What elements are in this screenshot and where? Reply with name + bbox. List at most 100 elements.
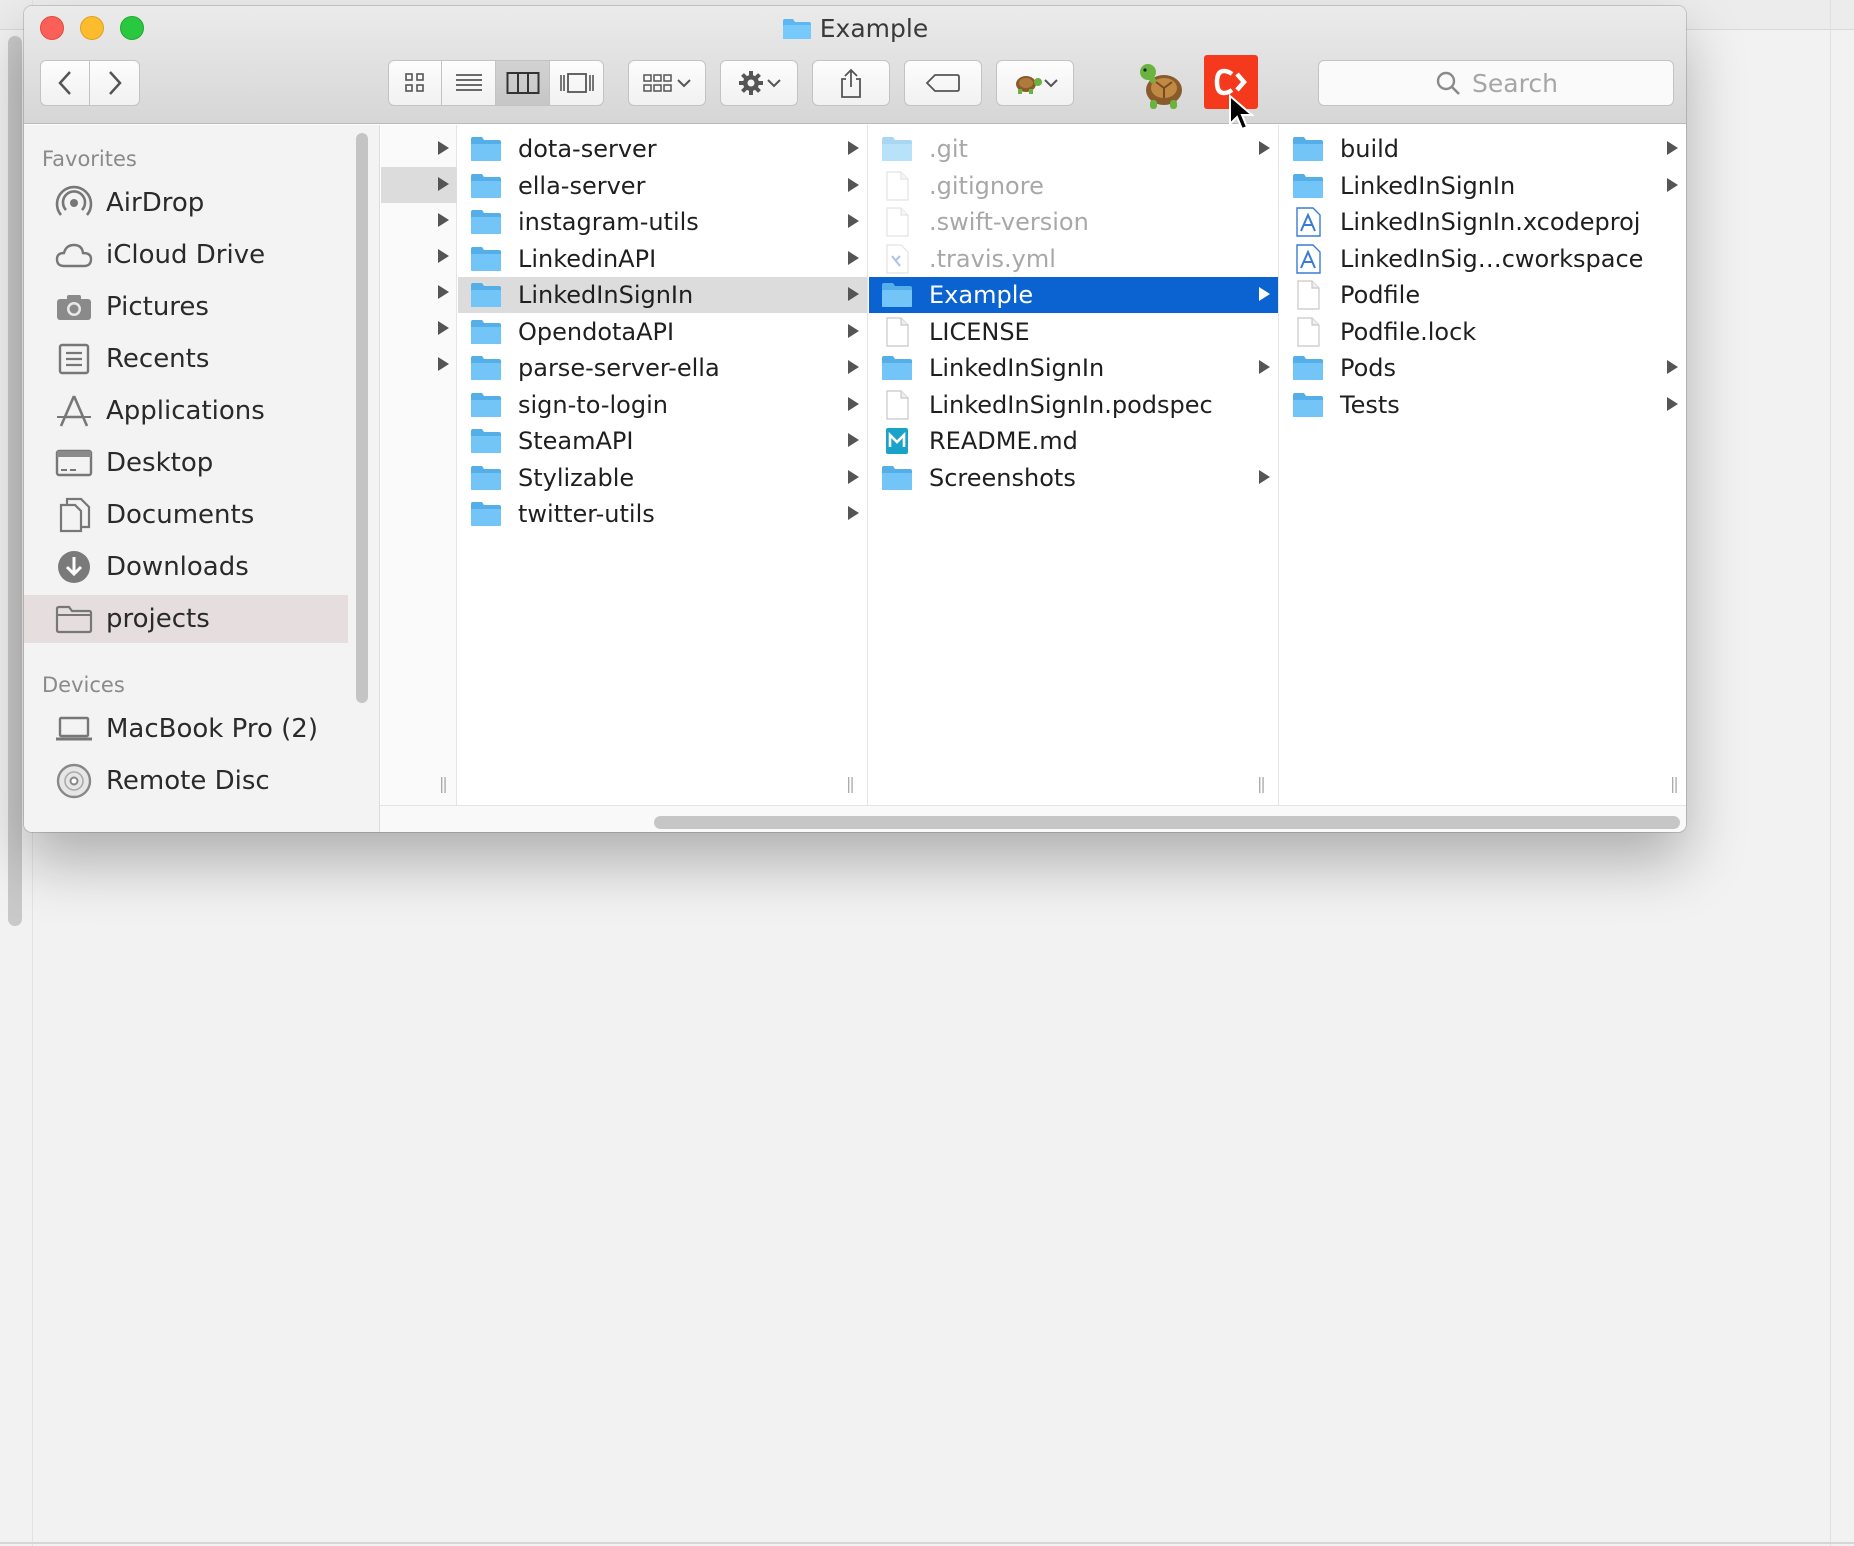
folder-icon <box>470 208 502 236</box>
file-row[interactable]: .swift-version <box>869 204 1278 240</box>
file-row-label: sign-to-login <box>518 390 668 419</box>
file-row[interactable]: .travis.yml <box>869 241 1278 277</box>
background-scrollbar <box>8 36 22 926</box>
sidebar-scrollbar[interactable] <box>356 133 368 703</box>
file-row[interactable]: .git <box>869 131 1278 167</box>
file-row[interactable]: LinkedInSignIn.podspec <box>869 387 1278 423</box>
file-row[interactable]: LinkedinAPI <box>458 241 867 277</box>
file-row[interactable]: LinkedInSignIn <box>458 277 867 313</box>
file-row[interactable]: LinkedInSignIn.xcodeproj <box>1280 204 1686 240</box>
file-row[interactable]: LinkedInSignIn <box>869 350 1278 386</box>
folder-icon <box>1292 391 1324 419</box>
disclosure-arrow-icon <box>848 360 859 374</box>
share-button[interactable] <box>812 60 890 106</box>
gear-icon <box>739 71 763 95</box>
turtle-menu-button[interactable] <box>996 60 1074 106</box>
file-row[interactable]: Pods <box>1280 350 1686 386</box>
file-row[interactable]: LICENSE <box>869 314 1278 350</box>
back-button[interactable] <box>40 60 90 106</box>
parent-row-selected[interactable] <box>381 167 457 203</box>
favorites-header: Favorites <box>42 147 137 171</box>
mouse-cursor-icon <box>1229 94 1254 131</box>
turtle-app-button[interactable] <box>1132 58 1188 112</box>
parent-row[interactable] <box>381 203 457 239</box>
column-resize-handle[interactable]: || <box>1670 774 1679 793</box>
parent-row[interactable] <box>381 131 457 167</box>
sidebar-item-downloads[interactable]: Downloads <box>24 543 348 591</box>
disclosure-arrow-icon <box>1259 287 1270 301</box>
file-row[interactable]: parse-server-ella <box>458 350 867 386</box>
sidebar-item-label: Applications <box>106 396 265 426</box>
file-row[interactable]: Stylizable <box>458 460 867 496</box>
sidebar-item-documents[interactable]: Documents <box>24 491 348 539</box>
sidebar-item-remote-disc[interactable]: Remote Disc <box>24 757 348 805</box>
search-input[interactable]: Search <box>1318 60 1674 106</box>
disclosure-arrow-icon <box>848 141 859 155</box>
forward-button[interactable] <box>90 60 140 106</box>
folder-icon <box>1292 135 1324 163</box>
parent-row[interactable] <box>381 311 457 347</box>
parent-row[interactable] <box>381 239 457 275</box>
parent-row[interactable] <box>381 275 457 311</box>
file-row-label: instagram-utils <box>518 208 699 236</box>
column-resize-handle[interactable]: || <box>1257 774 1266 793</box>
list-view-button[interactable] <box>442 60 496 106</box>
desktop-icon <box>54 445 94 481</box>
file-row[interactable]: Example <box>869 277 1278 313</box>
file-row[interactable]: ella-server <box>458 168 867 204</box>
file-row[interactable]: twitter-utils <box>458 496 867 532</box>
file-row[interactable]: Screenshots <box>869 460 1278 496</box>
file-row[interactable]: build <box>1280 131 1686 167</box>
file-row-label: LinkedInSignIn <box>518 281 694 309</box>
file-row[interactable]: dota-server <box>458 131 867 167</box>
file-row-label: README.md <box>929 427 1078 455</box>
sidebar-item-projects[interactable]: projects <box>24 595 348 643</box>
sidebar-item-icloud-drive[interactable]: iCloud Drive <box>24 231 348 279</box>
column-resize-handle[interactable]: || <box>439 774 448 793</box>
file-row[interactable]: instagram-utils <box>458 204 867 240</box>
disclosure-arrow-icon <box>1667 396 1678 411</box>
file-row[interactable]: SteamAPI <box>458 423 867 459</box>
action-button[interactable] <box>720 60 798 106</box>
sidebar-item-label: MacBook Pro (2) <box>106 714 318 744</box>
sidebar-item-desktop[interactable]: Desktop <box>24 439 348 487</box>
tags-button[interactable] <box>904 60 982 106</box>
sidebar-item-airdrop[interactable]: AirDrop <box>24 179 348 227</box>
parent-row[interactable] <box>381 347 457 383</box>
arrange-button[interactable] <box>628 60 706 106</box>
sidebar-item-pictures[interactable]: Pictures <box>24 283 348 331</box>
sidebar-item-recents[interactable]: Recents <box>24 335 348 383</box>
horizontal-scrollbar[interactable] <box>654 816 1680 829</box>
sidebar-item-label: Remote Disc <box>106 766 270 796</box>
disclosure-arrow-icon <box>848 506 859 520</box>
file-row[interactable]: LinkedInSig…cworkspace <box>1280 241 1686 277</box>
file-row[interactable]: .gitignore <box>869 168 1278 204</box>
chevron-right-icon <box>108 71 122 95</box>
sidebar-item-macbook-pro[interactable]: MacBook Pro (2) <box>24 705 348 753</box>
background-divider <box>1830 0 1831 1546</box>
file-row[interactable]: Podfile <box>1280 277 1686 313</box>
file-row[interactable]: LinkedInSignIn <box>1280 168 1686 204</box>
gallery-view-button[interactable] <box>550 60 604 106</box>
column-resize-handle[interactable]: || <box>846 774 855 793</box>
file-row-label: .git <box>929 135 968 163</box>
disc-icon <box>54 763 94 799</box>
icon-view-button[interactable] <box>388 60 442 106</box>
disclosure-arrow-icon <box>848 469 859 484</box>
disclosure-arrow-icon <box>1259 469 1270 484</box>
turtle-icon <box>1140 64 1182 109</box>
folder-icon <box>470 427 502 455</box>
file-row-label: Pods <box>1340 354 1397 382</box>
sidebar-item-label: Documents <box>106 500 255 530</box>
file-row[interactable]: Podfile.lock <box>1280 314 1686 350</box>
linkedinsignin-column: || .git .gitignore .swift-version .travis.y… <box>869 125 1279 805</box>
disclosure-arrow-icon <box>1259 141 1270 155</box>
column-view-button[interactable] <box>496 60 550 106</box>
file-row[interactable]: README.md <box>869 423 1278 459</box>
file-row[interactable]: sign-to-login <box>458 387 867 423</box>
file-row[interactable]: Tests <box>1280 387 1686 423</box>
sidebar-item-applications[interactable]: Applications <box>24 387 348 435</box>
file-row-label: Example <box>929 281 1034 309</box>
file-row-label: LinkedInSig…cworkspace <box>1340 244 1644 273</box>
file-row[interactable]: OpendotaAPI <box>458 314 867 350</box>
